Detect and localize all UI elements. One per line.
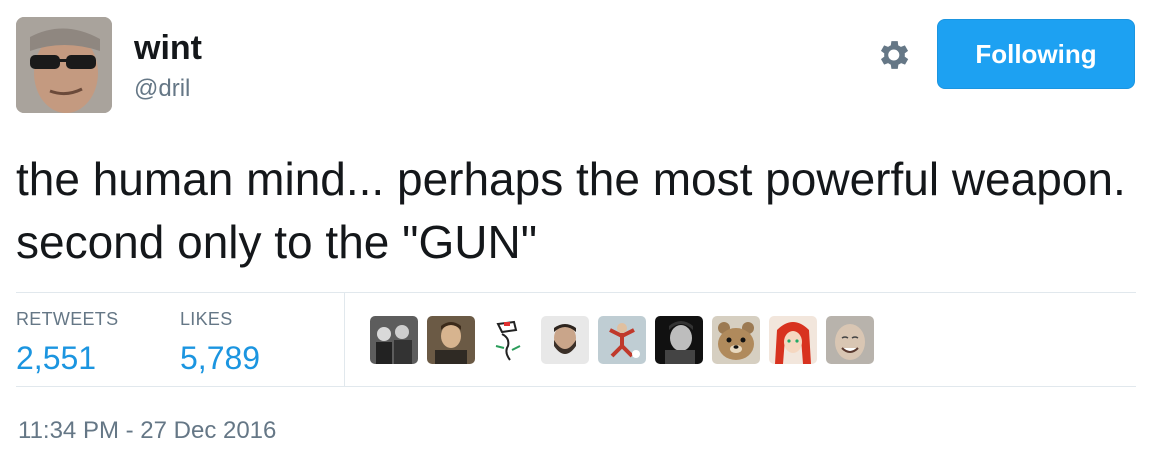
display-name[interactable]: wint: [134, 28, 202, 68]
avatar-cartoon-bear-icon: [712, 316, 760, 364]
retweets-label: RETWEETS: [16, 309, 119, 329]
avatar-jumping-figure-icon: [598, 316, 646, 364]
avatar-smiling-face-icon: [826, 316, 874, 364]
liker-avatar-6[interactable]: [655, 316, 703, 364]
liker-avatar-3[interactable]: [484, 316, 532, 364]
stats-bar: RETWEETS 2,551 LIKES 5,789: [16, 292, 1136, 386]
liker-avatar-9[interactable]: [826, 316, 874, 364]
liker-avatar-2[interactable]: [427, 316, 475, 364]
liker-avatar-1[interactable]: [370, 316, 418, 364]
divider-bottom: [16, 386, 1136, 387]
avatar-man-portrait-icon: [427, 316, 475, 364]
avatar[interactable]: [16, 17, 112, 113]
profile-photo-icon: [16, 17, 112, 113]
liker-avatar-4[interactable]: [541, 316, 589, 364]
stats-separator: [344, 292, 345, 386]
avatar-bw-portrait-icon: [655, 316, 703, 364]
tweet-timestamp[interactable]: 11:34 PM - 27 Dec 2016: [18, 416, 276, 446]
tweet-text: the human mind... perhaps the most power…: [16, 153, 1126, 268]
avatar-drawing-icon: [484, 316, 532, 364]
avatar-group-photo-icon: [370, 316, 418, 364]
avatar-red-haired-anime-icon: [769, 316, 817, 364]
retweets-count: 2,551: [16, 340, 97, 376]
following-button[interactable]: Following: [937, 19, 1135, 89]
likes-count: 5,789: [180, 340, 261, 376]
gear-icon[interactable]: [874, 36, 912, 74]
avatar-bearded-man-icon: [541, 316, 589, 364]
liker-avatars: [370, 316, 874, 364]
retweets-stat[interactable]: RETWEETS 2,551: [16, 292, 118, 377]
user-handle[interactable]: @dril: [134, 74, 190, 104]
liker-avatar-5[interactable]: [598, 316, 646, 364]
liker-avatar-8[interactable]: [769, 316, 817, 364]
liker-avatar-7[interactable]: [712, 316, 760, 364]
likes-stat[interactable]: LIKES 5,789: [180, 292, 260, 377]
likes-label: LIKES: [180, 309, 233, 329]
